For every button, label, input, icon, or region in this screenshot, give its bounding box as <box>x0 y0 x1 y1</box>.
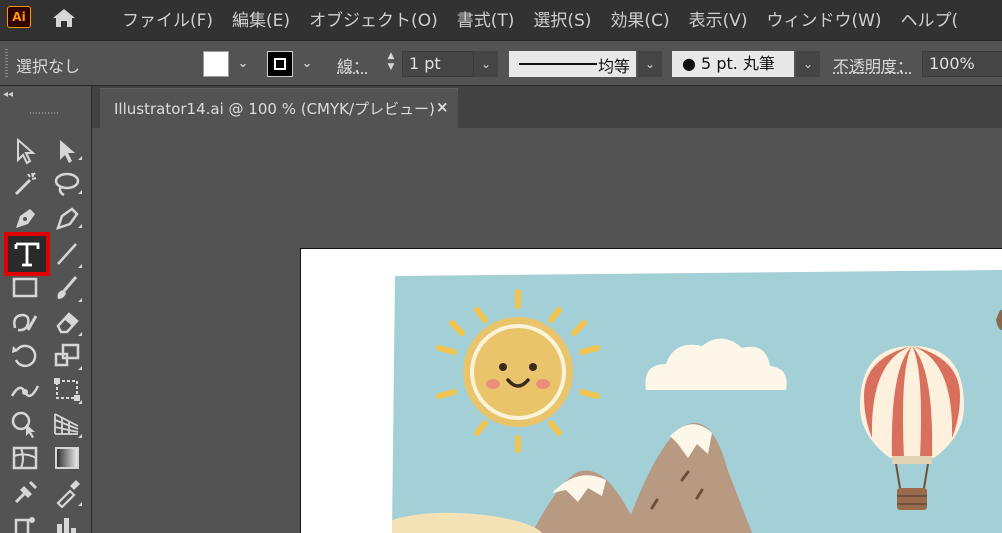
fill-dropdown-chevron-icon[interactable]: ⌄ <box>233 53 253 75</box>
paintbrush-tool-icon[interactable] <box>50 272 84 304</box>
pen-tool-icon[interactable] <box>8 202 42 234</box>
line-segment-tool-icon[interactable] <box>50 238 84 270</box>
magic-wand-tool-icon[interactable] <box>8 168 42 200</box>
curvature-tool-icon[interactable] <box>50 202 84 234</box>
free-transform-tool-icon[interactable] <box>50 374 84 406</box>
rotate-tool-icon[interactable] <box>8 340 42 372</box>
menu-object[interactable]: オブジェクト(O) <box>309 6 438 31</box>
selection-tool-icon[interactable] <box>50 134 84 166</box>
stroke-weight-dropdown-icon[interactable]: ⌄ <box>474 51 498 77</box>
toolbar-grip[interactable] <box>30 112 58 114</box>
perspective-grid-tool-icon[interactable] <box>50 408 84 440</box>
eyedropper-tool-icon[interactable] <box>50 476 84 509</box>
menu-edit[interactable]: 編集(E) <box>232 6 290 31</box>
menu-file[interactable]: ファイル(F) <box>122 6 213 31</box>
illustrator-logo: Ai <box>7 6 31 28</box>
menu-type[interactable]: 書式(T) <box>457 6 515 31</box>
stroke-label[interactable]: 線： <box>337 53 369 77</box>
stroke-stepper-icon[interactable]: ▲ ▼ <box>380 51 402 77</box>
menu-help[interactable]: ヘルプ( <box>901 6 959 31</box>
menu-window[interactable]: ウィンドウ(W) <box>766 6 881 31</box>
variable-width-profile[interactable]: 均等 <box>509 51 636 77</box>
menu-bar: Ai ファイル(F) 編集(E) オブジェクト(O) 書式(T) 選択(S) 効… <box>0 0 1002 36</box>
eraser-tool-icon[interactable] <box>50 306 84 338</box>
opacity-label[interactable]: 不透明度： <box>833 53 913 77</box>
menu-select[interactable]: 選択(S) <box>533 6 591 31</box>
width-tool-icon[interactable] <box>8 374 42 406</box>
shape-builder-tool-icon[interactable] <box>8 408 42 440</box>
direct-selection-tool-icon[interactable] <box>8 134 42 166</box>
stroke-swatch[interactable] <box>267 51 293 77</box>
line-profile-dropdown-icon[interactable]: ⌄ <box>638 51 662 77</box>
opacity-input[interactable]: 100% <box>922 51 1002 77</box>
document-tab[interactable]: Illustrator14.ai @ 100 % (CMYK/プレビュー) × <box>100 88 458 128</box>
scale-tool-icon[interactable] <box>50 340 84 372</box>
shaper-tool-icon[interactable] <box>8 306 42 338</box>
column-graph-tool-icon[interactable] <box>50 510 84 533</box>
control-bar: 選択なし ⌄ ⌄ 線： ▲ ▼ 1 pt ⌄ 均等 ⌄ ● 5 pt. 丸筆 ⌄ … <box>0 40 1002 86</box>
collapse-panel-icon[interactable]: ◂◂ <box>3 89 13 100</box>
menu-view[interactable]: 表示(V) <box>689 6 748 31</box>
rectangle-tool-icon[interactable] <box>8 272 42 304</box>
document-tab-title: Illustrator14.ai @ 100 % (CMYK/プレビュー) <box>114 100 435 118</box>
controlbar-grip[interactable] <box>5 49 8 77</box>
menu-effect[interactable]: 効果(C) <box>610 6 669 31</box>
type-tool-icon[interactable] <box>10 238 44 270</box>
symbol-sprayer-tool-icon[interactable] <box>8 510 42 533</box>
mesh-tool-icon[interactable] <box>8 442 42 474</box>
stroke-weight-input[interactable]: 1 pt <box>402 51 474 77</box>
blend-tool-icon[interactable] <box>8 476 42 508</box>
main-menu: ファイル(F) 編集(E) オブジェクト(O) 書式(T) 選択(S) 効果(C… <box>122 0 958 36</box>
line-profile-preview <box>519 63 597 65</box>
fill-swatch[interactable] <box>203 51 229 77</box>
selection-status: 選択なし <box>16 57 81 76</box>
brush-dropdown-icon[interactable]: ⌄ <box>796 51 820 77</box>
artwork-illustration[interactable] <box>392 268 1002 533</box>
brush-definition[interactable]: ● 5 pt. 丸筆 <box>672 51 794 77</box>
lasso-tool-icon[interactable] <box>50 168 84 200</box>
stroke-swatch-chevron-icon[interactable]: ⌄ <box>297 53 317 75</box>
close-tab-icon[interactable]: × <box>436 98 449 116</box>
gradient-tool-icon[interactable] <box>50 442 84 474</box>
line-profile-label: 均等 <box>598 57 631 76</box>
home-icon[interactable] <box>50 7 78 29</box>
